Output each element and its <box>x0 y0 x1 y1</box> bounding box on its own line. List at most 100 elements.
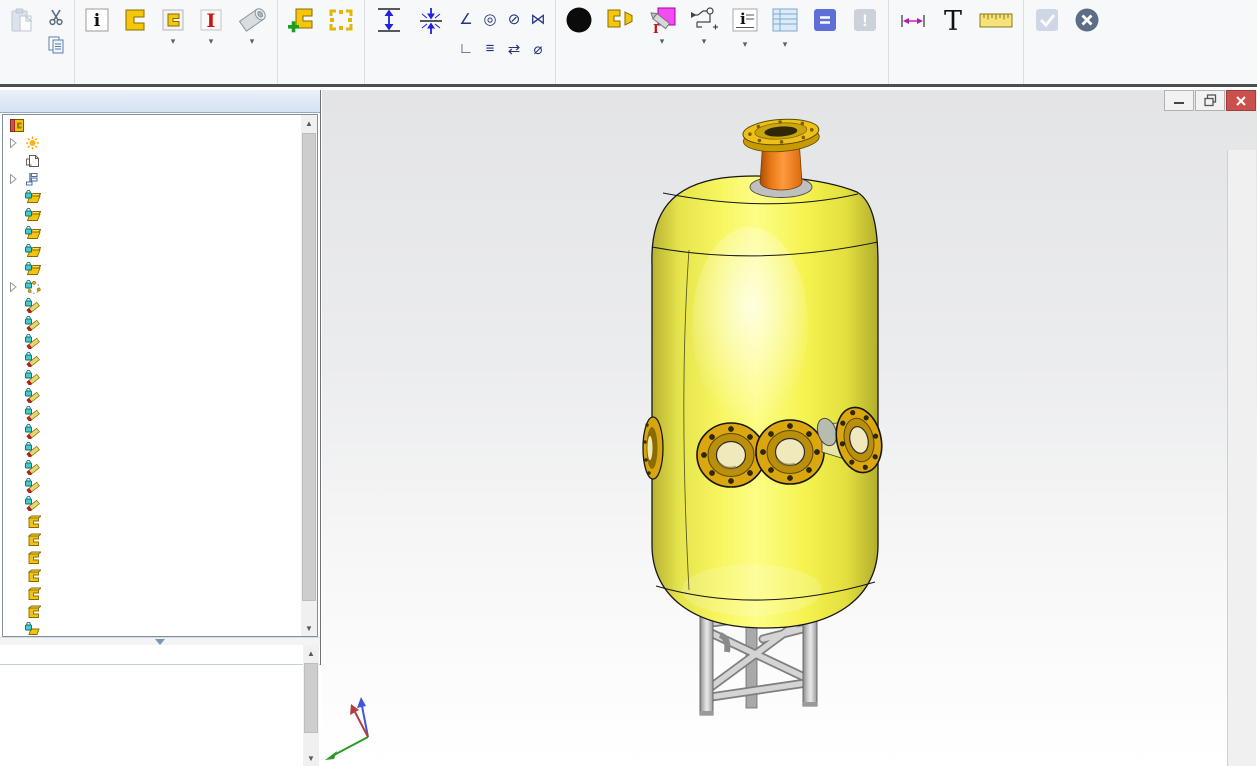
angle-constraint-button[interactable]: ∠ <box>454 4 478 34</box>
parts-list-button[interactable]: ▾ <box>765 0 805 67</box>
expand-arrow-icon[interactable] <box>9 282 25 292</box>
tree-item[interactable] <box>3 116 300 134</box>
chevron-down-icon: ▾ <box>783 39 788 49</box>
tree-item[interactable] <box>3 134 300 152</box>
error-log-icon: ! <box>851 3 879 37</box>
parallel-constraint-button[interactable]: ≡ <box>478 34 502 64</box>
profile-locked-icon <box>25 298 42 313</box>
mass-button[interactable] <box>559 0 599 67</box>
expand-arrow-icon[interactable] <box>9 138 25 148</box>
pattern-icon <box>327 3 355 37</box>
front-flange-2[interactable] <box>756 420 824 484</box>
tree-item[interactable] <box>3 566 300 584</box>
close-button[interactable] <box>1226 90 1256 111</box>
tree-item[interactable] <box>3 152 300 170</box>
new-button[interactable] <box>281 0 321 67</box>
side-flange-left[interactable] <box>643 417 663 479</box>
tree-item[interactable] <box>3 242 300 260</box>
item-button[interactable]: i <box>78 0 116 67</box>
paste-button[interactable] <box>3 0 41 67</box>
clipboard-group-label <box>3 67 71 84</box>
distance-measure-button[interactable] <box>972 0 1020 67</box>
tree-item[interactable] <box>3 422 300 440</box>
assembly-tree[interactable] <box>3 116 300 637</box>
distance-constraint-button[interactable] <box>368 0 410 67</box>
tree-item[interactable] <box>3 278 300 296</box>
tree-item[interactable] <box>3 224 300 242</box>
symmetry-constraint-button[interactable]: ⋈ <box>526 4 550 34</box>
vessel-body[interactable] <box>652 176 878 628</box>
error-log-button[interactable]: ! <box>845 0 885 67</box>
cut-button[interactable] <box>45 10 67 30</box>
tree-item[interactable] <box>3 602 300 620</box>
face-button[interactable]: I ▾ <box>641 0 683 67</box>
equal-distance-constraint-button[interactable]: ⇄ <box>502 34 526 64</box>
pipe-icon <box>236 3 268 37</box>
equal-distance-icon: ⇄ <box>508 40 521 58</box>
3d-viewport[interactable] <box>322 90 1257 766</box>
text-button[interactable]: T <box>934 0 972 67</box>
tree-item[interactable] <box>3 512 300 530</box>
scroll-up-icon[interactable]: ▲ <box>303 645 319 661</box>
assembly-panel-title <box>0 90 320 113</box>
ok-button[interactable] <box>1027 0 1067 67</box>
tree-item[interactable] <box>3 332 300 350</box>
item-data-button[interactable]: i ▾ <box>725 0 765 67</box>
tree-item[interactable] <box>3 584 300 602</box>
tree-item[interactable] <box>3 440 300 458</box>
coincidence-button[interactable] <box>410 0 452 67</box>
tree-item[interactable] <box>3 458 300 476</box>
profile-button[interactable]: I ▾ <box>192 0 230 67</box>
tree-item[interactable] <box>3 530 300 548</box>
perpendicular-icon: ∟ <box>459 40 474 57</box>
tree-item[interactable] <box>3 494 300 512</box>
pipe-button[interactable]: ▾ <box>230 0 274 67</box>
scroll-up-icon[interactable]: ▲ <box>301 115 317 131</box>
component-button[interactable]: ▾ <box>154 0 192 67</box>
fix-constraint-button[interactable]: ⌀ <box>526 34 550 64</box>
dof-scrollbar-thumb[interactable] <box>304 663 318 733</box>
dim-icon <box>898 3 928 37</box>
tree-item[interactable] <box>3 620 300 637</box>
tree-item[interactable] <box>3 476 300 494</box>
3d-scene[interactable] <box>322 90 1257 766</box>
explode-icon <box>605 3 635 37</box>
vpart-locked-icon <box>25 622 42 637</box>
tree-item[interactable] <box>3 170 300 188</box>
schemas-button[interactable]: ▾ <box>683 0 725 67</box>
tree-item[interactable] <box>3 260 300 278</box>
concentric-constraint-button[interactable]: ◎ <box>478 4 502 34</box>
solve-button[interactable] <box>805 0 845 67</box>
tree-item[interactable] <box>3 548 300 566</box>
dof-scrollbar[interactable]: ▲ ▼ <box>303 645 319 766</box>
profile-locked-icon <box>25 334 42 349</box>
profile-locked-icon <box>25 370 42 385</box>
tree-item[interactable] <box>3 404 300 422</box>
tree-item[interactable] <box>3 188 300 206</box>
tree-item[interactable] <box>3 350 300 368</box>
tree-scrollbar[interactable]: ▲ ▼ <box>301 115 317 636</box>
tree-item[interactable] <box>3 386 300 404</box>
exit-button[interactable] <box>1067 0 1107 67</box>
expand-arrow-icon[interactable] <box>9 174 25 184</box>
model-button[interactable] <box>116 0 154 67</box>
tree-scrollbar-thumb[interactable] <box>302 133 316 601</box>
scroll-down-icon[interactable]: ▼ <box>303 750 319 766</box>
tangent-constraint-button[interactable]: ⊘ <box>502 4 526 34</box>
part-plain-icon <box>25 532 42 547</box>
tree-item[interactable] <box>3 206 300 224</box>
front-flange-1[interactable] <box>697 423 765 487</box>
tree-item[interactable] <box>3 314 300 332</box>
pattern-button[interactable] <box>321 0 361 67</box>
restore-button[interactable] <box>1195 90 1225 111</box>
top-nozzle[interactable] <box>742 117 820 198</box>
scroll-down-icon[interactable]: ▼ <box>301 620 317 636</box>
minimize-button[interactable] <box>1164 90 1194 111</box>
copy-button[interactable] <box>45 38 67 58</box>
ribbon-group-return <box>1024 0 1110 84</box>
tree-item[interactable] <box>3 368 300 386</box>
perpendicular-constraint-button[interactable]: ∟ <box>454 34 478 64</box>
tree-item[interactable] <box>3 296 300 314</box>
explode-button[interactable] <box>599 0 641 67</box>
dim-button[interactable] <box>892 0 934 67</box>
